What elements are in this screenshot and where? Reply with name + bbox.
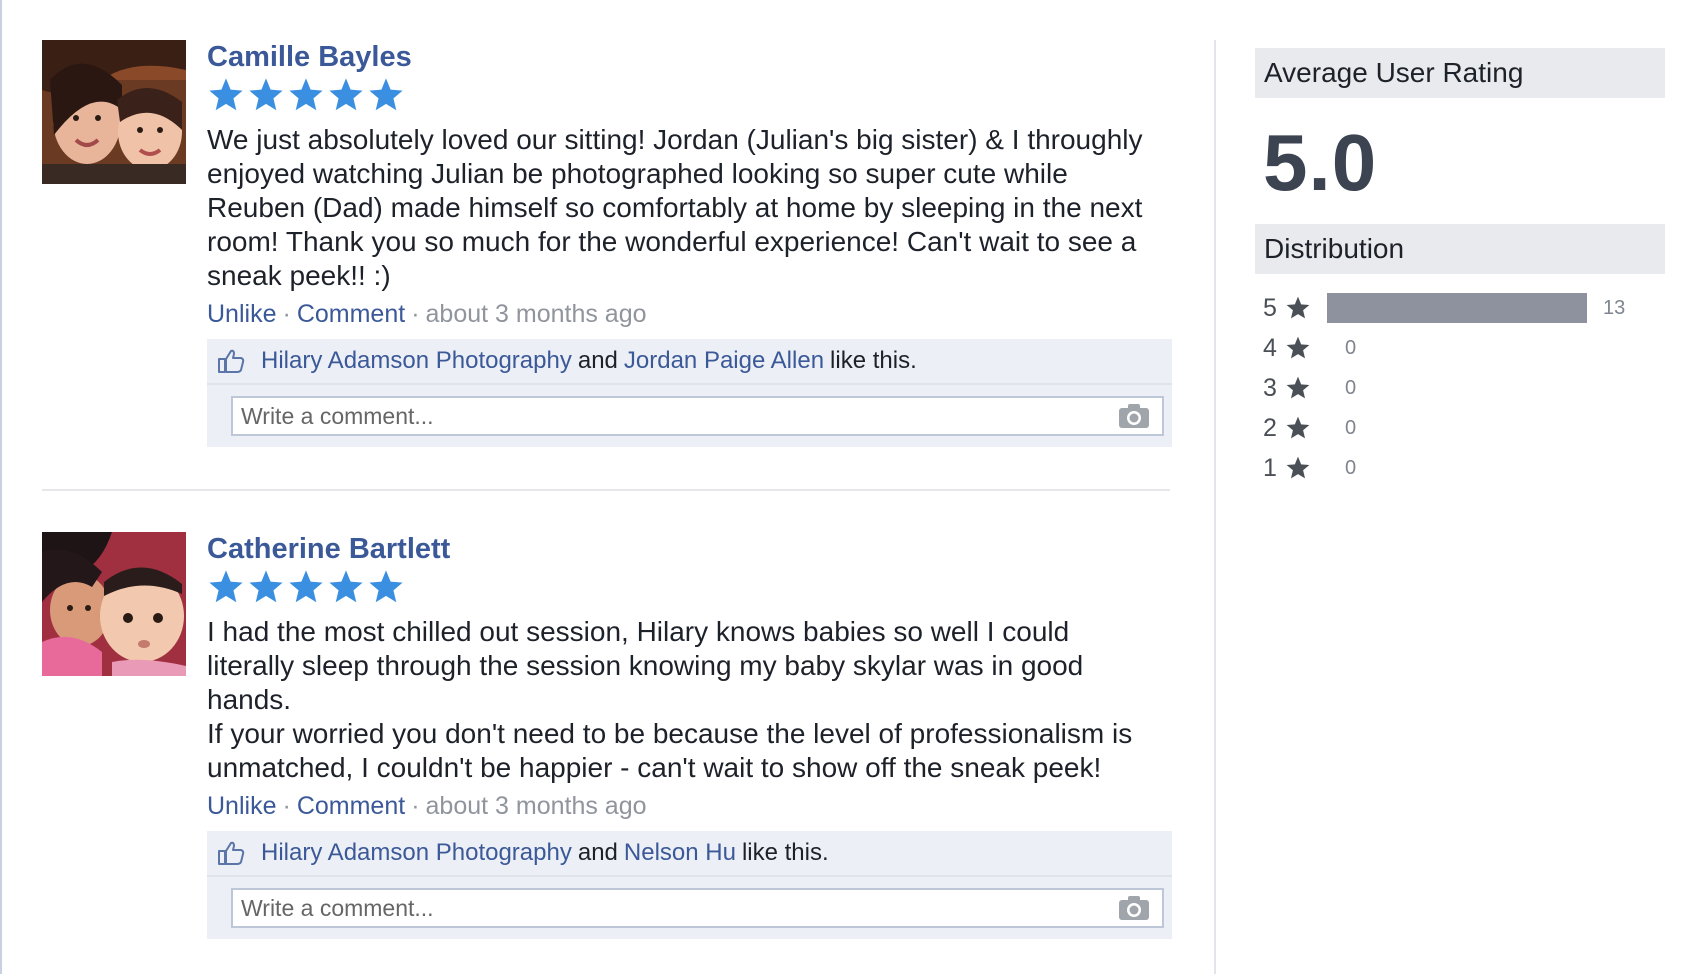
average-rating-value: 5.0 (1263, 118, 1378, 207)
star-icon (329, 78, 363, 111)
distribution-count: 0 (1345, 376, 1357, 399)
comment-composer (207, 385, 1172, 447)
distribution-count: 0 (1345, 416, 1357, 439)
separator-dot: · (282, 300, 291, 328)
separator-dot: · (411, 792, 420, 820)
avatar[interactable] (42, 40, 186, 184)
likes-and-text: and (577, 839, 618, 866)
comment-link[interactable]: Comment (297, 300, 405, 328)
review-item: Catherine Bartlett I had the most chille… (42, 532, 1172, 954)
star-icon (1286, 416, 1310, 439)
avatar[interactable] (42, 532, 186, 676)
likes-box: Hilary Adamson Photography and Nelson Hu… (207, 831, 1172, 939)
comment-input[interactable] (233, 401, 1103, 431)
star-icon (249, 78, 283, 111)
likes-and-text: and (577, 347, 618, 374)
review-body: Catherine Bartlett I had the most chille… (207, 532, 1172, 939)
distribution-count: 13 (1603, 296, 1626, 319)
page-left-border (0, 0, 2, 974)
distribution-bar (1327, 293, 1587, 323)
star-icon (1286, 376, 1310, 399)
camera-icon[interactable] (1118, 403, 1150, 429)
thumbs-up-icon (218, 841, 245, 865)
comment-composer (207, 877, 1172, 939)
unlike-link[interactable]: Unlike (207, 300, 276, 328)
review-text: I had the most chilled out session, Hila… (207, 616, 1133, 783)
distribution-header: Distribution (1255, 224, 1665, 274)
likes-suffix-text: like this. (741, 839, 829, 866)
distribution-row: 10 (1255, 448, 1665, 488)
likes-suffix-text: like this. (830, 347, 917, 374)
average-rating-header: Average User Rating (1255, 48, 1665, 98)
star-icon (289, 570, 323, 603)
column-separator (1214, 40, 1216, 974)
comment-input-box (231, 888, 1164, 928)
separator-dot: · (282, 792, 291, 820)
likes-box: Hilary Adamson Photography and Jordan Pa… (207, 339, 1172, 447)
star-icon (209, 78, 243, 111)
review-timestamp[interactable]: about 3 months ago (426, 300, 647, 328)
review-divider (42, 489, 1170, 491)
distribution-row: 30 (1255, 368, 1665, 408)
star-icon (289, 78, 323, 111)
reviews-list: Camille Bayles We just absolutely loved … (42, 40, 1172, 954)
rating-summary-panel: Average User Rating 5.0 Distribution 5 13… (1255, 48, 1665, 488)
star-icon (1286, 456, 1310, 479)
review-item: Camille Bayles We just absolutely loved … (42, 40, 1172, 462)
distribution-star-level: 5 (1263, 293, 1277, 322)
review-author-link[interactable]: Catherine Bartlett (207, 532, 1172, 566)
distribution-row: 5 13 (1255, 288, 1665, 328)
rating-stars (207, 76, 1172, 120)
star-icon (209, 570, 243, 603)
comment-input-box (231, 396, 1164, 436)
liker-link[interactable]: Hilary Adamson Photography (261, 347, 572, 375)
camera-icon[interactable] (1118, 895, 1150, 921)
unlike-link[interactable]: Unlike (207, 792, 276, 820)
thumbs-up-icon (218, 349, 245, 373)
review-actions: Unlike · Comment · about 3 months ago (207, 791, 1172, 821)
likes-summary: Hilary Adamson Photography and Nelson Hu… (207, 831, 1172, 877)
rating-distribution: 5 13 4 0 3 0 2 0 1 0 (1255, 288, 1665, 488)
comment-link[interactable]: Comment (297, 792, 405, 820)
comment-input[interactable] (233, 893, 1103, 923)
distribution-star-level: 2 (1263, 413, 1277, 442)
review-author-link[interactable]: Camille Bayles (207, 40, 1172, 74)
likes-summary: Hilary Adamson Photography and Jordan Pa… (207, 339, 1172, 385)
review-timestamp[interactable]: about 3 months ago (426, 792, 647, 820)
distribution-star-level: 4 (1263, 333, 1277, 362)
liker-link[interactable]: Nelson Hu (624, 839, 736, 867)
review-text: We just absolutely loved our sitting! Jo… (207, 124, 1143, 291)
star-icon (369, 78, 403, 111)
distribution-star-level: 3 (1263, 373, 1277, 402)
separator-dot: · (411, 300, 420, 328)
distribution-count: 0 (1345, 456, 1357, 479)
liker-link[interactable]: Jordan Paige Allen (624, 347, 824, 375)
star-icon (1286, 336, 1310, 359)
distribution-star-level: 1 (1263, 453, 1277, 482)
distribution-row: 40 (1255, 328, 1665, 368)
star-icon (369, 570, 403, 603)
distribution-bar-track (1327, 293, 1587, 323)
liker-link[interactable]: Hilary Adamson Photography (261, 839, 572, 867)
star-icon (329, 570, 363, 603)
review-actions: Unlike · Comment · about 3 months ago (207, 299, 1172, 329)
review-body: Camille Bayles We just absolutely loved … (207, 40, 1172, 447)
rating-stars (207, 568, 1172, 612)
star-icon (249, 570, 283, 603)
distribution-count: 0 (1345, 336, 1357, 359)
star-icon (1286, 296, 1310, 319)
distribution-row: 20 (1255, 408, 1665, 448)
